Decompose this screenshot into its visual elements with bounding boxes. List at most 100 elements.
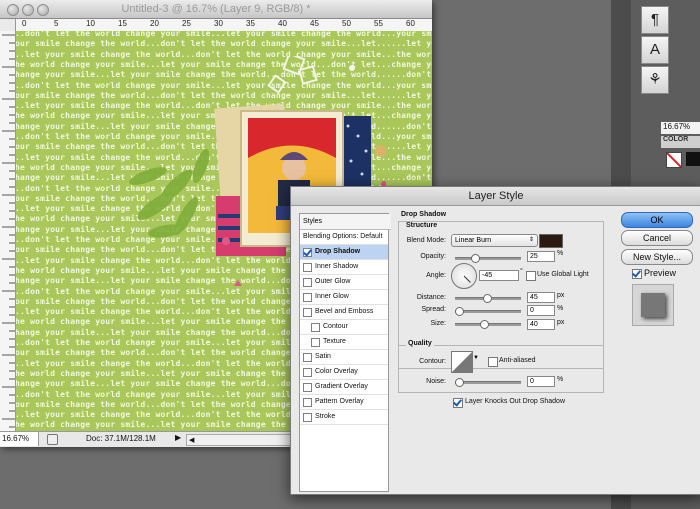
spread-label: Spread: (421, 306, 446, 313)
sidebar-item-satin[interactable]: Satin (300, 350, 388, 365)
sidebar-item-texture[interactable]: Texture (300, 335, 388, 350)
structure-title: Structure (406, 222, 438, 229)
sidebar-item-label: Blending Options: Default (303, 233, 383, 240)
color-panel-tab[interactable]: COLOR (661, 136, 700, 148)
sidebar-item-label: Bevel and Emboss (315, 308, 374, 315)
sidebar-item-gradient-overlay[interactable]: Gradient Overlay (300, 380, 388, 395)
angle-input[interactable]: -45 (479, 270, 519, 281)
noise-slider[interactable] (455, 378, 521, 387)
blend-mode-select[interactable]: Linear Burn ⇕ (451, 234, 538, 247)
distance-unit: px (557, 292, 565, 299)
distance-input[interactable]: 45 (527, 292, 555, 303)
style-checkbox[interactable] (303, 308, 312, 317)
background-color-swatch[interactable] (686, 152, 700, 166)
spread-slider-thumb[interactable] (455, 307, 464, 316)
shadow-color-swatch[interactable] (539, 234, 563, 248)
use-global-light-checkbox[interactable] (526, 271, 536, 281)
paragraph-icon[interactable]: ¶ (641, 6, 669, 34)
contour-dropdown-icon[interactable]: ▼ (473, 355, 479, 361)
anti-aliased-label[interactable]: Anti-aliased (499, 357, 536, 364)
status-icon[interactable] (47, 434, 58, 445)
sidebar-item-label: Pattern Overlay (315, 398, 364, 405)
distance-slider-thumb[interactable] (482, 294, 492, 303)
spread-unit: % (557, 305, 564, 312)
character-icon[interactable]: A (641, 36, 669, 64)
zoom-level-field[interactable]: 16.67% (0, 432, 39, 446)
vertical-ruler[interactable] (0, 31, 16, 431)
style-checkbox[interactable] (303, 248, 312, 257)
sidebar-item-contour[interactable]: Contour (300, 320, 388, 335)
contour-picker[interactable] (451, 351, 473, 373)
style-checkbox[interactable] (303, 413, 312, 422)
ruler-tick-label: 50 (342, 19, 351, 28)
anti-aliased-checkbox[interactable] (488, 357, 498, 367)
blend-mode-value: Linear Burn (455, 237, 492, 244)
size-slider-thumb[interactable] (479, 320, 489, 329)
spread-slider[interactable] (455, 307, 521, 316)
sidebar-item-label: Stroke (315, 413, 336, 420)
angle-dial-needle (463, 275, 471, 283)
sidebar-item-drop-shadow[interactable]: Drop Shadow (300, 245, 388, 260)
navigator-zoom[interactable]: 16.67% (661, 122, 700, 134)
sidebar-item-blending-options-default[interactable]: Blending Options: Default (300, 230, 388, 245)
noise-slider-thumb[interactable] (455, 378, 464, 387)
style-checkbox[interactable] (303, 398, 312, 407)
ruler-tick-label: 60 (406, 19, 415, 28)
noise-unit: % (557, 376, 564, 383)
sidebar-item-bevel-and-emboss[interactable]: Bevel and Emboss (300, 305, 388, 320)
blend-mode-label: Blend Mode: (406, 237, 446, 244)
sidebar-item-label: Inner Glow (315, 293, 349, 300)
fern-leaves (129, 148, 210, 238)
foreground-color-swatch[interactable] (666, 152, 682, 168)
new-style-button[interactable]: New Style... (621, 249, 693, 265)
opacity-slider[interactable] (455, 254, 521, 263)
ruler-tick-label: 40 (278, 19, 287, 28)
style-checkbox[interactable] (311, 338, 320, 347)
ok-button[interactable]: OK (621, 212, 693, 228)
size-input[interactable]: 40 (527, 319, 555, 330)
opacity-label: Opacity: (420, 253, 446, 260)
knockout-checkbox[interactable] (453, 398, 463, 408)
sidebar-item-inner-shadow[interactable]: Inner Shadow (300, 260, 388, 275)
style-checkbox[interactable] (303, 263, 312, 272)
vertical-ruler-ticks (2, 34, 15, 428)
style-checkbox[interactable] (303, 293, 312, 302)
opacity-input[interactable]: 25 (527, 251, 555, 262)
ruler-tick-label: 25 (182, 19, 191, 28)
preview-checkbox[interactable] (632, 269, 642, 279)
ruler-tick-label: 0 (22, 19, 27, 28)
sidebar-item-label: Outer Glow (315, 278, 351, 285)
styles-header[interactable]: Styles (300, 214, 391, 230)
sidebar-item-pattern-overlay[interactable]: Pattern Overlay (300, 395, 388, 410)
ruler-tick-label: 20 (150, 19, 159, 28)
sidebar-item-label: Contour (323, 323, 348, 330)
opacity-slider-thumb[interactable] (470, 254, 480, 263)
angle-dial[interactable] (451, 263, 477, 289)
style-checkbox[interactable] (303, 368, 312, 377)
distance-slider[interactable] (455, 294, 521, 303)
noise-input[interactable]: 0 (527, 376, 555, 387)
spread-input[interactable]: 0 (527, 305, 555, 316)
style-checkbox[interactable] (303, 278, 312, 287)
status-menu-arrow-icon[interactable]: ▶ (175, 433, 181, 442)
sidebar-item-label: Inner Shadow (315, 263, 359, 270)
scroll-left-icon[interactable]: ◀ (189, 436, 194, 444)
document-titlebar[interactable]: Untitled-3 @ 16.7% (Layer 9, RGB/8) * (0, 0, 432, 19)
sidebar-item-stroke[interactable]: Stroke (300, 410, 388, 425)
contour-curve-icon (452, 352, 472, 372)
size-slider[interactable] (455, 320, 521, 329)
sidebar-item-outer-glow[interactable]: Outer Glow (300, 275, 388, 290)
layer-style-dialog: Layer Style Styles Blending Options: Def… (290, 186, 700, 495)
sidebar-item-inner-glow[interactable]: Inner Glow (300, 290, 388, 305)
sidebar-item-color-overlay[interactable]: Color Overlay (300, 365, 388, 380)
style-checkbox[interactable] (303, 353, 312, 362)
dialog-title[interactable]: Layer Style (291, 187, 700, 206)
preview-label[interactable]: Preview (644, 268, 676, 278)
knockout-label[interactable]: Layer Knocks Out Drop Shadow (465, 398, 565, 405)
use-global-light-label[interactable]: Use Global Light (537, 271, 589, 278)
drop-shadow-title: Drop Shadow (401, 211, 447, 218)
brush-icon[interactable]: ⚘ (641, 66, 669, 94)
style-checkbox[interactable] (303, 383, 312, 392)
style-checkbox[interactable] (311, 323, 320, 332)
cancel-button[interactable]: Cancel (621, 230, 693, 246)
